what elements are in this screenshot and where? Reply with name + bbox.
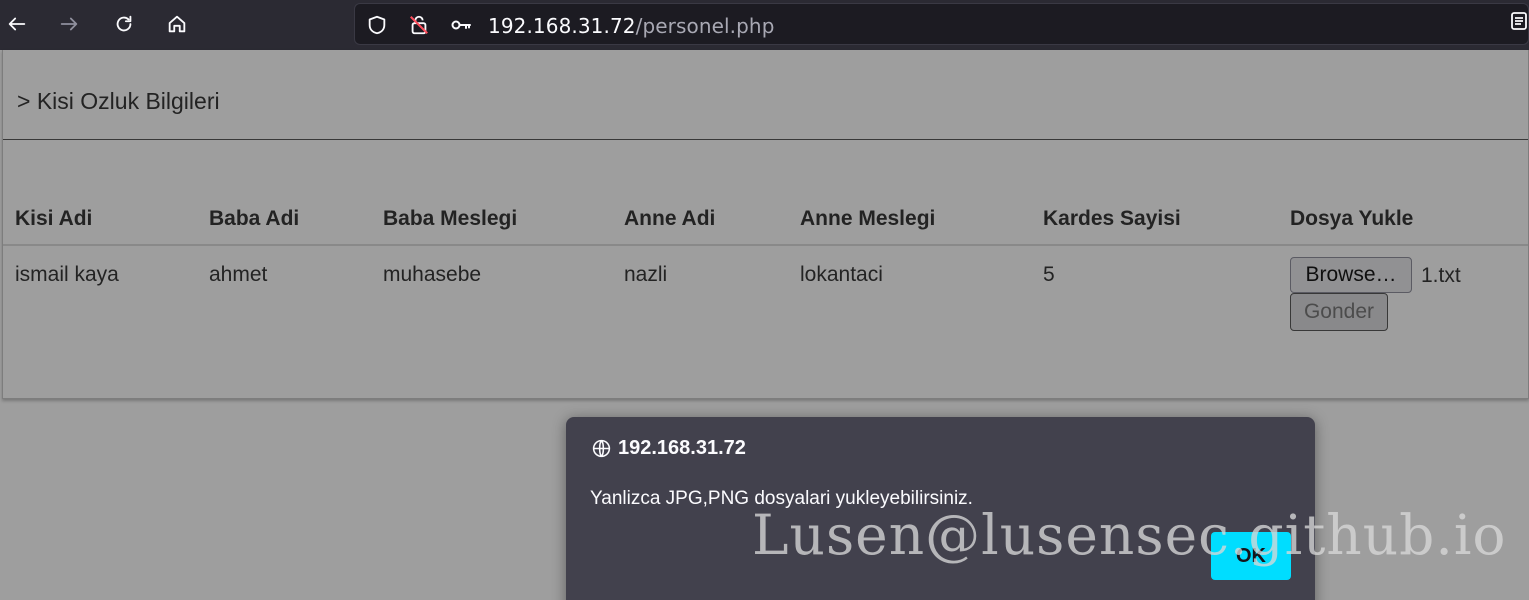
key-icon[interactable] [449, 13, 473, 37]
url-path: /personel.php [635, 14, 775, 38]
insecure-lock-icon[interactable] [407, 13, 431, 37]
dialog-origin-text: 192.168.31.72 [618, 437, 746, 459]
url-text[interactable]: 192.168.31.72/personel.php [488, 14, 775, 38]
watermark-text: Lusen@lusensec.github.io [752, 503, 1507, 567]
url-bar[interactable]: 192.168.31.72/personel.php [354, 3, 1529, 45]
url-host: 192.168.31.72 [488, 14, 636, 38]
back-arrow-icon[interactable] [1, 8, 33, 40]
globe-icon [592, 439, 611, 458]
dialog-origin: 192.168.31.72 [591, 437, 746, 460]
reader-view-icon[interactable] [1509, 11, 1529, 31]
home-icon[interactable] [161, 8, 193, 40]
reload-icon[interactable] [108, 8, 140, 40]
tracking-protection-shield-icon[interactable] [365, 13, 389, 37]
forward-arrow-icon[interactable] [53, 8, 85, 40]
browser-toolbar: 192.168.31.72/personel.php [0, 0, 1529, 50]
